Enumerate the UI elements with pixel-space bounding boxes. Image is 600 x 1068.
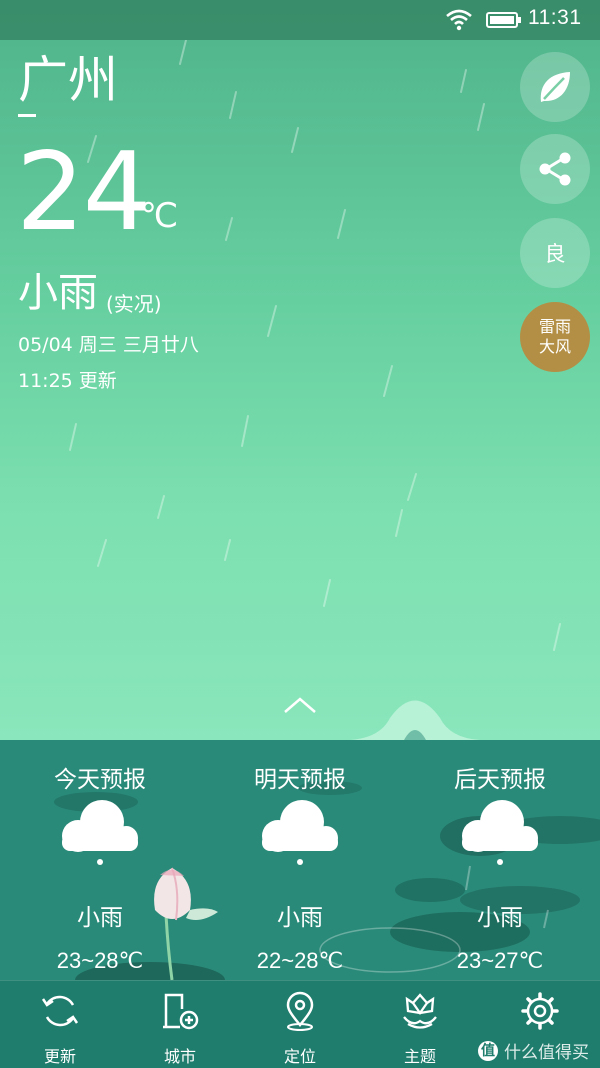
battery-icon <box>486 12 521 28</box>
location-pin-icon <box>286 991 314 1031</box>
alert-text-line1: 雷雨 <box>538 317 571 336</box>
nav-city[interactable]: 城市 <box>120 981 240 1068</box>
nav-label: 主题 <box>403 1047 436 1066</box>
current-temperature: 24 <box>16 130 151 255</box>
nav-theme[interactable]: 主题 <box>360 981 480 1068</box>
watermark-text: 什么值得买 <box>504 1043 589 1063</box>
condition-realtime-note: (实况) <box>106 292 162 316</box>
alert-text-line2: 大风 <box>538 337 571 356</box>
forecast-day-title: 今天预报 <box>54 767 146 793</box>
status-bar: 11:31 <box>0 0 600 40</box>
date-line: 05/04 周三 三月廿八 <box>18 334 199 356</box>
add-city-icon <box>163 993 199 1030</box>
city-indicator <box>18 114 36 117</box>
watermark: 值 什么值得买 <box>478 1038 589 1063</box>
weather-alert-button[interactable]: 雷雨 大风 <box>520 302 590 372</box>
rain-cloud-icon <box>262 800 338 865</box>
air-quality-label: 良 <box>544 242 566 266</box>
forecast-panel: 今天预报 小雨 23~28℃ 明天预报 小雨 22~28℃ 后天预报 小雨 23… <box>0 740 600 980</box>
leaf-button[interactable] <box>520 52 590 122</box>
forecast-day-after[interactable]: 后天预报 小雨 23~27℃ <box>400 740 600 980</box>
lotus-theme-icon <box>403 993 437 1029</box>
hill-decoration <box>350 700 480 744</box>
nav-label: 定位 <box>283 1047 316 1066</box>
share-icon <box>539 152 571 186</box>
wifi-icon <box>446 9 472 31</box>
chevron-up-icon[interactable] <box>283 696 317 714</box>
status-time: 11:31 <box>528 6 582 29</box>
nav-label: 更新 <box>43 1047 76 1066</box>
leaf-icon <box>540 72 570 102</box>
air-quality-button[interactable]: 良 <box>520 218 590 288</box>
watermark-badge: 值 <box>478 1040 498 1061</box>
forecast-tomorrow[interactable]: 明天预报 小雨 22~28℃ <box>200 740 400 980</box>
city-name[interactable]: 广州 <box>18 52 118 108</box>
rain-cloud-icon <box>462 800 538 865</box>
forecast-today[interactable]: 今天预报 小雨 23~28℃ <box>0 740 200 980</box>
forecast-day-title: 后天预报 <box>454 767 546 793</box>
forecast-temp-range: 22~28℃ <box>256 948 344 973</box>
rain-cloud-icon <box>62 800 138 865</box>
forecast-temp-range: 23~28℃ <box>56 948 144 973</box>
share-button[interactable] <box>520 134 590 204</box>
refresh-icon <box>41 995 79 1027</box>
forecast-condition: 小雨 <box>477 905 523 931</box>
nav-label: 城市 <box>163 1047 196 1066</box>
nav-location[interactable]: 定位 <box>240 981 360 1068</box>
forecast-temp-range: 23~27℃ <box>456 948 544 973</box>
current-condition: 小雨 <box>18 270 98 316</box>
forecast-condition: 小雨 <box>77 905 123 931</box>
forecast-condition: 小雨 <box>277 905 323 931</box>
forecast-day-title: 明天预报 <box>254 767 346 793</box>
temperature-unit: ℃ <box>140 196 179 236</box>
nav-refresh[interactable]: 更新 <box>0 981 120 1068</box>
update-time: 11:25 更新 <box>18 370 117 392</box>
settings-gear-icon <box>521 992 559 1030</box>
